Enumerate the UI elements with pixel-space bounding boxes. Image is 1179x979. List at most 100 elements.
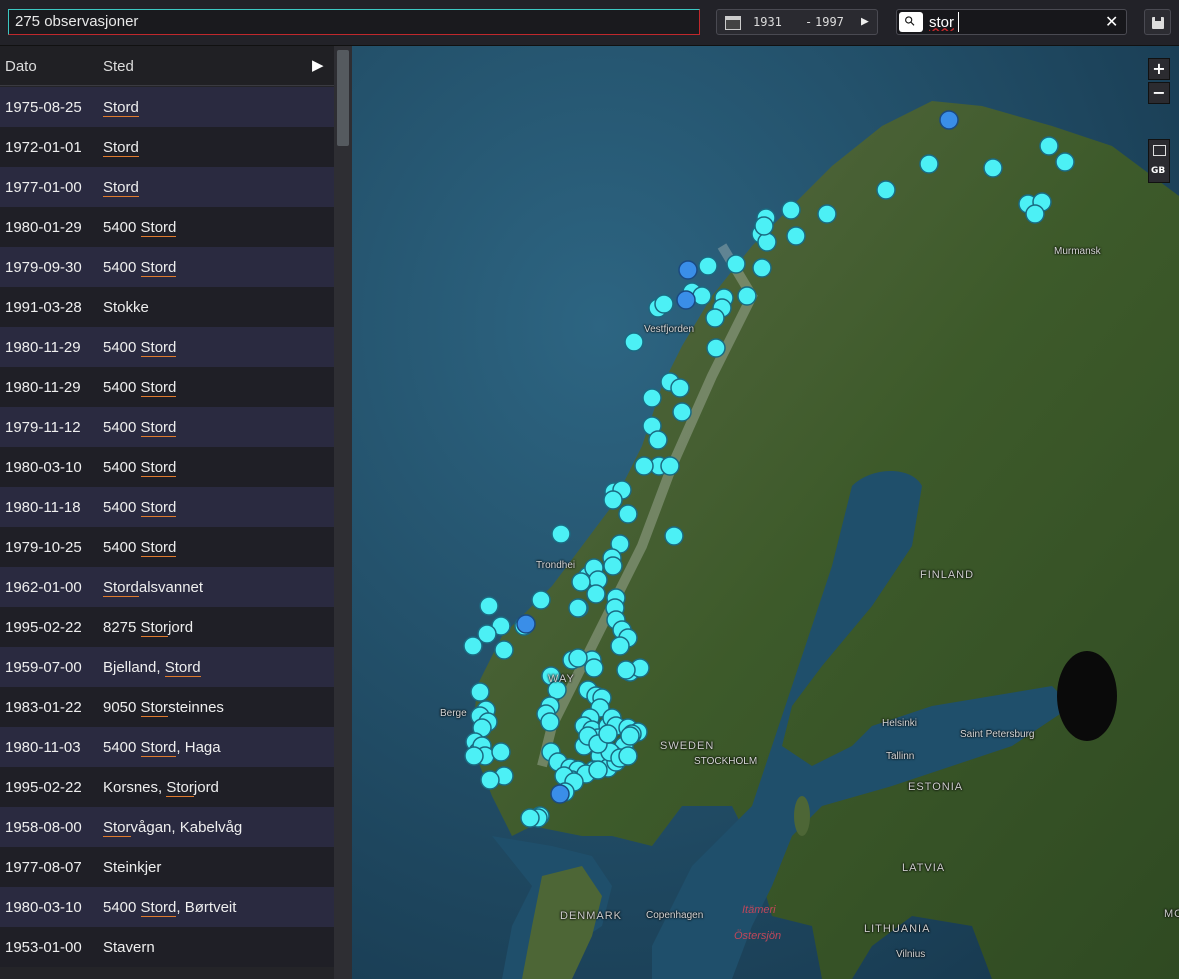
observation-marker[interactable] [660, 456, 680, 476]
observation-marker[interactable] [603, 556, 623, 576]
observation-marker[interactable] [586, 584, 606, 604]
observation-marker[interactable] [463, 636, 483, 656]
observation-marker[interactable] [757, 232, 777, 252]
observation-marker[interactable] [603, 490, 623, 510]
list-item[interactable]: 1977-08-07 Steinkjer [0, 847, 334, 887]
list-item[interactable]: 1975-08-25 Stord [0, 87, 334, 127]
observation-marker[interactable] [781, 200, 801, 220]
observation-marker[interactable] [705, 308, 725, 328]
observation-marker[interactable] [876, 180, 896, 200]
observation-marker[interactable] [754, 216, 774, 236]
observation-marker[interactable] [480, 770, 500, 790]
observation-marker[interactable] [634, 456, 654, 476]
list-item[interactable]: 1972-01-01 Stord [0, 127, 334, 167]
save-button[interactable] [1144, 9, 1171, 35]
observation-marker[interactable] [648, 430, 668, 450]
observation-marker[interactable] [516, 614, 536, 634]
observation-marker[interactable] [642, 388, 662, 408]
observation-marker[interactable] [919, 154, 939, 174]
zoom-out-button[interactable]: − [1148, 82, 1170, 104]
observation-marker[interactable] [598, 724, 618, 744]
play-icon[interactable]: ▶ [861, 14, 869, 29]
observation-marker[interactable] [670, 378, 690, 398]
list-item[interactable]: 1979-09-30 5400 Stord [0, 247, 334, 287]
observation-marker[interactable] [494, 640, 514, 660]
observation-marker[interactable] [568, 648, 588, 668]
observation-marker[interactable] [1055, 152, 1075, 172]
scrollbar-thumb[interactable] [337, 50, 349, 146]
list-item[interactable]: 1980-03-10 5400 Stord, Børtveit [0, 887, 334, 927]
map-layer-icon[interactable] [1153, 145, 1166, 156]
observation-marker[interactable] [654, 294, 674, 314]
list-item[interactable]: 1979-10-25 5400 Stord [0, 527, 334, 567]
layer-label[interactable]: GB [1151, 166, 1165, 176]
observation-marker[interactable] [664, 526, 684, 546]
search-box[interactable]: ⚲ ✕ [896, 9, 1127, 35]
observation-marker[interactable] [678, 260, 698, 280]
list-item[interactable]: 1995-02-22 Korsnes, Storjord [0, 767, 334, 807]
observation-marker[interactable] [692, 286, 712, 306]
observation-marker[interactable] [551, 524, 571, 544]
observation-marker[interactable] [752, 258, 772, 278]
layer-switcher[interactable]: GB [1148, 139, 1170, 183]
observation-marker[interactable] [1039, 136, 1059, 156]
list-item[interactable]: 1980-11-18 5400 Stord [0, 487, 334, 527]
observation-marker[interactable] [531, 590, 551, 610]
observation-marker[interactable] [983, 158, 1003, 178]
observation-marker[interactable] [491, 742, 511, 762]
observation-marker[interactable] [726, 254, 746, 274]
observation-marker[interactable] [676, 290, 696, 310]
list-scrollbar[interactable] [334, 46, 352, 979]
observation-marker[interactable] [786, 226, 806, 246]
calendar-icon[interactable] [725, 16, 741, 30]
year-from[interactable]: 1931 [753, 15, 782, 29]
observation-marker[interactable] [540, 712, 560, 732]
list-item[interactable]: 1953-01-00 Stavern [0, 927, 334, 967]
list-item[interactable]: 1980-11-03 5400 Stord, Haga [0, 727, 334, 767]
play-list-icon[interactable]: ▶ [312, 56, 324, 74]
observation-marker[interactable] [672, 402, 692, 422]
list-item[interactable]: 1980-11-29 5400 Stord [0, 367, 334, 407]
clear-search-icon[interactable]: ✕ [1105, 12, 1118, 31]
observation-marker[interactable] [939, 110, 959, 130]
observation-marker[interactable] [817, 204, 837, 224]
list-item[interactable]: 1983-01-22 9050 Storsteinnes [0, 687, 334, 727]
list-item[interactable]: 1980-11-29 5400 Stord [0, 327, 334, 367]
list-item[interactable]: 1980-03-10 5400 Stord [0, 447, 334, 487]
observation-marker[interactable] [618, 746, 638, 766]
observation-marker[interactable] [610, 636, 630, 656]
zoom-in-button[interactable]: + [1148, 58, 1170, 80]
observation-marker[interactable] [698, 256, 718, 276]
map-view[interactable]: Murmansk Vestfjorden Trondhei FINLAND WA… [352, 46, 1179, 979]
observation-marker[interactable] [520, 808, 540, 828]
observation-count-field[interactable]: 275 observasjoner [8, 9, 700, 35]
list-item[interactable]: 1958-08-00 Storvågan, Kabelvåg [0, 807, 334, 847]
observation-marker[interactable] [1025, 204, 1045, 224]
year-range-control[interactable]: 1931 - 1997 ▶ [716, 9, 878, 35]
observation-marker[interactable] [464, 746, 484, 766]
column-header-place[interactable]: Sted [103, 58, 134, 75]
observation-marker[interactable] [470, 682, 490, 702]
observation-marker[interactable] [737, 286, 757, 306]
list-item[interactable]: 1959-07-00 Bjelland, Stord [0, 647, 334, 687]
list-item[interactable]: 1979-11-12 5400 Stord [0, 407, 334, 447]
list-item[interactable]: 1962-01-00 Stordalsvannet [0, 567, 334, 607]
observation-marker[interactable] [568, 598, 588, 618]
observation-marker[interactable] [479, 596, 499, 616]
observation-marker[interactable] [618, 504, 638, 524]
year-to[interactable]: 1997 [815, 15, 844, 29]
observation-marker[interactable] [588, 760, 608, 780]
observation-marker[interactable] [706, 338, 726, 358]
list-item[interactable]: 1991-03-28 Stokke [0, 287, 334, 327]
observation-marker[interactable] [616, 660, 636, 680]
observation-marker[interactable] [550, 784, 570, 804]
list-item[interactable]: 1995-02-22 8275 Storjord [0, 607, 334, 647]
observation-marker[interactable] [584, 658, 604, 678]
search-input[interactable] [929, 12, 959, 32]
list-item[interactable]: 1980-01-29 5400 Stord [0, 207, 334, 247]
observation-marker[interactable] [620, 726, 640, 746]
observation-marker[interactable] [624, 332, 644, 352]
list-item[interactable]: 1977-01-00 Stord [0, 167, 334, 207]
column-header-date[interactable]: Dato [5, 58, 37, 75]
observation-marker[interactable] [571, 572, 591, 592]
